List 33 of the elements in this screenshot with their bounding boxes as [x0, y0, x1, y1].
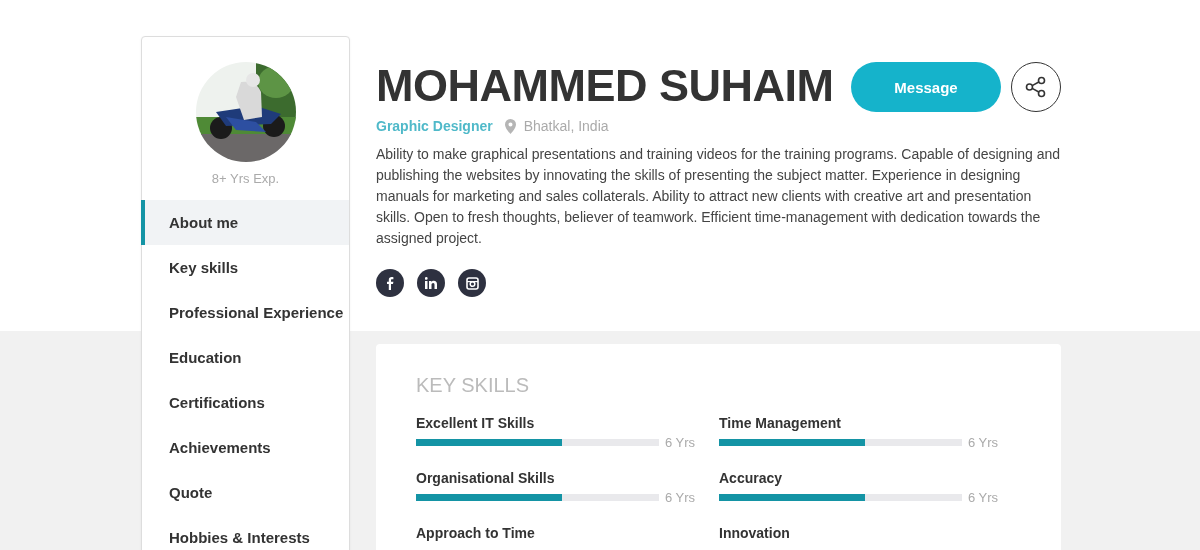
skill-years: 6 Yrs [968, 435, 999, 450]
nav-item[interactable]: Key skills [141, 245, 349, 290]
facebook-link[interactable] [376, 269, 404, 297]
job-title: Graphic Designer [376, 118, 493, 134]
nav-item[interactable]: Quote [141, 470, 349, 515]
nav-item[interactable]: Achievements [141, 425, 349, 470]
location-text: Bhatkal, India [523, 118, 609, 134]
skill-name: Time Management [719, 415, 842, 431]
nav-item[interactable]: About me [141, 200, 349, 245]
skill-name: Approach to Time [416, 525, 536, 541]
skill-name: Excellent IT Skills [416, 415, 536, 431]
nav-item[interactable]: Certifications [141, 380, 349, 425]
share-button[interactable] [1011, 62, 1061, 112]
section-title: KEY SKILLS [416, 374, 531, 397]
skill-years: 6 Yrs [665, 490, 696, 505]
skill-name: Accuracy [719, 470, 784, 486]
facebook-icon [386, 276, 394, 290]
skill-years: 6 Yrs [665, 435, 696, 450]
experience-label: 8+ Yrs Exp. [210, 171, 281, 186]
nav-item[interactable]: Education [141, 335, 349, 380]
linkedin-link[interactable] [417, 269, 445, 297]
instagram-link[interactable] [458, 269, 486, 297]
instagram-icon [465, 276, 479, 290]
skill-name: Innovation [719, 525, 791, 541]
linkedin-icon [425, 277, 437, 289]
nav-item[interactable]: Professional Experience [141, 290, 349, 335]
share-icon [1025, 76, 1047, 98]
skill-name: Organisational Skills [416, 470, 556, 486]
nav-item[interactable]: Hobbies & Interests [141, 515, 349, 550]
about-paragraph: Ability to make graphical presentations and training videos for the training programs. Capable of designing and publishing the websites by innovating the skills of presenting the subject matter. Experience in designing manuals for marketing and sales collaterals. Ability to attract new clients with creative art and presentation skills. Open to fresh thoughts, believer of teamwork. Efficient time-management with dedication towards the assigned project. [376, 145, 1061, 248]
location-pin-icon [504, 118, 516, 134]
profile-name: MOHAMMED SUHAIM [376, 60, 835, 112]
skill-years: 6 Yrs [968, 490, 999, 505]
